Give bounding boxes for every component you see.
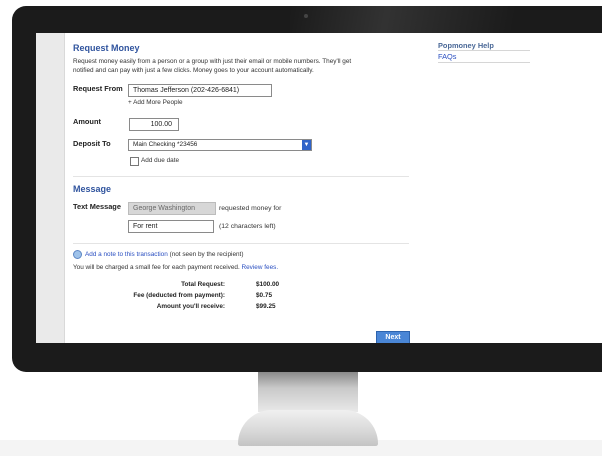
fee-label: Fee (deducted from payment): bbox=[133, 292, 225, 299]
deposit-to-select[interactable]: Main Checking *23456 ▼ bbox=[128, 139, 312, 151]
fee-value: $0.75 bbox=[256, 292, 272, 299]
total-request-value: $100.00 bbox=[256, 281, 280, 288]
section-title-request-money: Request Money bbox=[73, 43, 140, 53]
help-divider bbox=[438, 62, 530, 63]
receive-label: Amount you'll receive: bbox=[156, 303, 225, 310]
section-title-message: Message bbox=[73, 184, 112, 194]
sender-name-field: George Washington bbox=[128, 202, 216, 215]
add-due-date-checkbox[interactable] bbox=[130, 157, 139, 166]
next-button[interactable]: Next bbox=[376, 331, 410, 343]
review-fees-link[interactable]: Review fees. bbox=[242, 264, 279, 271]
add-note-suffix: (not seen by the recipient) bbox=[169, 251, 244, 259]
deposit-to-label: Deposit To bbox=[73, 139, 111, 148]
camera-icon bbox=[304, 14, 308, 18]
app-screen: Request Money Request money easily from … bbox=[36, 33, 602, 343]
chevron-down-icon[interactable]: ▼ bbox=[302, 140, 311, 150]
memo-input[interactable]: For rent bbox=[128, 220, 214, 233]
add-more-people-link[interactable]: + Add More People bbox=[128, 99, 183, 106]
amount-label: Amount bbox=[73, 117, 101, 126]
characters-left-counter: (12 characters left) bbox=[219, 223, 276, 230]
faqs-link[interactable]: FAQs bbox=[438, 52, 456, 61]
deposit-to-value: Main Checking *23456 bbox=[133, 141, 198, 148]
note-icon bbox=[73, 250, 82, 259]
text-message-label: Text Message bbox=[73, 202, 121, 211]
section-divider bbox=[73, 243, 409, 244]
requested-money-for-text: requested money for bbox=[219, 205, 282, 212]
monitor-stand-neck bbox=[258, 372, 358, 412]
request-money-description: Request money easily from a person or a … bbox=[73, 58, 352, 74]
help-title: Popmoney Help bbox=[438, 41, 494, 50]
add-note-link[interactable]: Add a note to this transaction bbox=[85, 251, 168, 258]
help-sidebar: Popmoney Help FAQs bbox=[420, 33, 602, 343]
receive-value: $99.25 bbox=[256, 303, 276, 310]
amount-input[interactable]: 100.00 bbox=[129, 118, 179, 131]
request-from-label: Request From bbox=[73, 84, 123, 93]
request-money-panel: Request Money Request money easily from … bbox=[64, 33, 422, 343]
fee-notice-text: You will be charged a small fee for each… bbox=[73, 264, 240, 271]
monitor-stand-base bbox=[238, 410, 378, 446]
fee-notice: You will be charged a small fee for each… bbox=[73, 264, 278, 271]
help-divider bbox=[438, 50, 530, 51]
add-note-row: Add a note to this transaction (not seen… bbox=[73, 250, 243, 259]
add-due-date-label: Add due date bbox=[141, 157, 180, 164]
request-from-input[interactable]: Thomas Jefferson (202-426-6841) bbox=[128, 84, 272, 97]
section-divider bbox=[73, 176, 409, 177]
total-request-label: Total Request: bbox=[181, 281, 225, 288]
screen-glare bbox=[290, 6, 602, 36]
